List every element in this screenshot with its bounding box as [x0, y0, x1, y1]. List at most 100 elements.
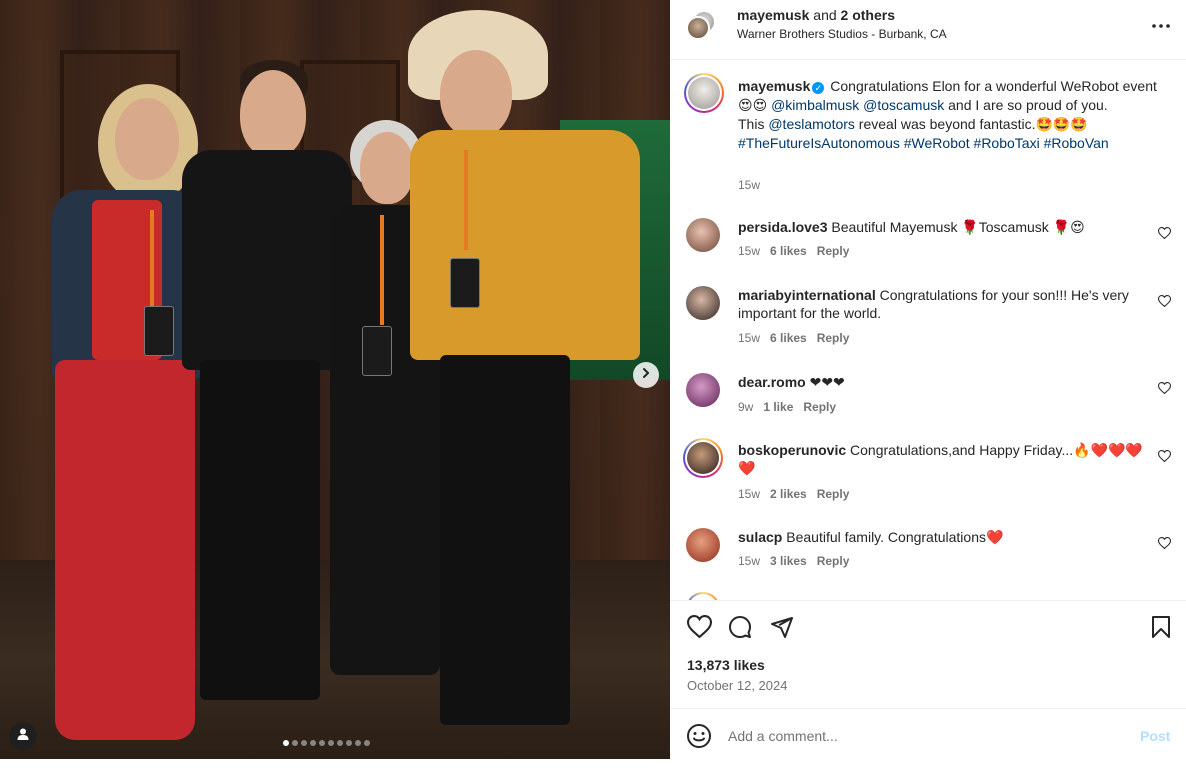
- comment-meta: 15w 2 likes Reply: [738, 487, 859, 501]
- comment-text: mariabyinternational Congratulations for…: [738, 286, 1148, 322]
- more-horizontal-icon: [1152, 15, 1170, 33]
- user-tag-icon: [16, 727, 30, 746]
- reply-button[interactable]: Reply: [817, 244, 850, 258]
- comment-username[interactable]: persida.love3: [738, 219, 828, 235]
- comment-likes[interactable]: 6 likes: [770, 244, 807, 258]
- heart-icon: [1157, 381, 1172, 398]
- avatar[interactable]: [686, 218, 720, 252]
- likes-count[interactable]: 13,873 likes: [687, 657, 765, 673]
- comment-likes[interactable]: 1 like: [763, 400, 793, 414]
- heart-icon: [1157, 226, 1172, 243]
- mention-link[interactable]: @teslamotors: [768, 116, 855, 132]
- save-button[interactable]: [1147, 615, 1175, 643]
- comment-username[interactable]: boskoperunovic: [738, 442, 846, 458]
- caption-text: and I are so proud of you.: [944, 97, 1108, 113]
- carousel-dot: [346, 740, 352, 746]
- comment-like-button[interactable]: [1157, 294, 1174, 311]
- comment-username[interactable]: mariabyinternational: [738, 287, 876, 303]
- author-username[interactable]: mayemusk: [737, 7, 809, 23]
- carousel-dot: [292, 740, 298, 746]
- caption-text: reveal was beyond fantastic.🤩🤩🤩: [854, 116, 1088, 132]
- comment-username[interactable]: sulacp: [738, 529, 782, 545]
- verified-badge-icon: ✓: [812, 82, 825, 94]
- comment-time[interactable]: 15w: [738, 244, 760, 258]
- post-date[interactable]: October 12, 2024: [687, 678, 787, 693]
- post-author-line: mayemusk and 2 others: [737, 7, 895, 23]
- avatar: [688, 77, 720, 109]
- caption-username[interactable]: mayemusk: [738, 78, 810, 94]
- comment-icon: [728, 615, 752, 644]
- carousel-dot: [319, 740, 325, 746]
- reply-button[interactable]: Reply: [817, 554, 850, 568]
- mention-link[interactable]: @kimbalmusk: [771, 97, 859, 113]
- avatar-story-ring[interactable]: [684, 73, 724, 113]
- avatar-story-ring[interactable]: [683, 438, 723, 478]
- caption-text: This: [738, 116, 769, 132]
- comment-like-button[interactable]: [1157, 536, 1174, 553]
- carousel-dot: [337, 740, 343, 746]
- comment-time[interactable]: 15w: [738, 554, 760, 568]
- add-comment-bar: Post: [670, 708, 1186, 774]
- comment-body: ❤❤❤: [805, 374, 845, 390]
- comment-likes[interactable]: 6 likes: [770, 331, 807, 345]
- reply-button[interactable]: Reply: [803, 400, 836, 414]
- avatar[interactable]: [686, 373, 720, 407]
- comment-meta: 15w 6 likes Reply: [738, 331, 859, 345]
- comment-button[interactable]: [726, 615, 754, 643]
- reply-button[interactable]: Reply: [817, 331, 850, 345]
- collaborators-link[interactable]: 2 others: [841, 7, 895, 23]
- carousel-dot: [283, 740, 289, 746]
- comment-likes[interactable]: 3 likes: [770, 554, 807, 568]
- emoji-icon: [686, 724, 712, 753]
- heart-icon: [1157, 294, 1172, 311]
- avatar-story-ring[interactable]: [686, 592, 720, 600]
- comment-time[interactable]: 9w: [738, 400, 753, 414]
- heart-icon: [1157, 536, 1172, 553]
- comment-text: dear.romo ❤❤❤: [738, 373, 1148, 391]
- post-comment-button[interactable]: Post: [1140, 728, 1170, 744]
- carousel-dot: [310, 740, 316, 746]
- comment-meta: 15w 6 likes Reply: [738, 244, 859, 258]
- comment-body: Beautiful Mayemusk 🌹Toscamusk 🌹😍: [827, 219, 1085, 235]
- carousel-dot: [301, 740, 307, 746]
- post-photo[interactable]: [0, 0, 670, 759]
- comment-like-button[interactable]: [1157, 381, 1174, 398]
- comment-likes[interactable]: 2 likes: [770, 487, 807, 501]
- caption-timestamp[interactable]: 15w: [738, 178, 760, 192]
- avatar[interactable]: [686, 528, 720, 562]
- comment-like-button[interactable]: [1157, 226, 1174, 243]
- comment-text: sulacp Beautiful family. Congratulations…: [738, 528, 1148, 546]
- comment-body: Beautiful family. Congratulations❤️: [782, 529, 1004, 545]
- comment-meta: 9w 1 like Reply: [738, 400, 846, 414]
- avatar[interactable]: [686, 16, 710, 40]
- post-header: mayemusk and 2 others Warner Brothers St…: [670, 0, 1186, 60]
- next-photo-button[interactable]: [633, 362, 659, 388]
- comment-username[interactable]: dear.romo: [738, 374, 806, 390]
- hashtag-links[interactable]: #TheFutureIsAutonomous #WeRobot #RoboTax…: [738, 135, 1109, 151]
- heart-icon: [686, 615, 712, 643]
- avatar[interactable]: [686, 286, 720, 320]
- carousel-dot: [355, 740, 361, 746]
- like-button[interactable]: [685, 615, 713, 643]
- tagged-users-button[interactable]: [9, 722, 37, 750]
- mention-link[interactable]: @toscamusk: [863, 97, 944, 113]
- chevron-right-icon: [640, 366, 652, 384]
- and-text: and: [809, 7, 841, 23]
- more-options-button[interactable]: [1146, 12, 1176, 36]
- reply-button[interactable]: Reply: [817, 487, 850, 501]
- comments-list[interactable]: persida.love3 Beautiful Mayemusk 🌹Toscam…: [670, 200, 1186, 600]
- comment-text: persida.love3 Beautiful Mayemusk 🌹Toscam…: [738, 218, 1148, 236]
- comment-time[interactable]: 15w: [738, 487, 760, 501]
- share-icon: [770, 615, 794, 644]
- location-link[interactable]: Warner Brothers Studios - Burbank, CA: [737, 27, 947, 41]
- post-caption: mayemusk ✓ Congratulations Elon for a won…: [738, 77, 1158, 153]
- avatar: [687, 442, 719, 474]
- post-actions: [670, 600, 1186, 660]
- comment-input[interactable]: [728, 723, 1128, 749]
- comment-time[interactable]: 15w: [738, 331, 760, 345]
- share-button[interactable]: [768, 615, 796, 643]
- emoji-button[interactable]: [686, 723, 712, 749]
- comment-like-button[interactable]: [1157, 449, 1174, 465]
- carousel-indicator: [283, 740, 370, 746]
- bookmark-icon: [1151, 615, 1171, 644]
